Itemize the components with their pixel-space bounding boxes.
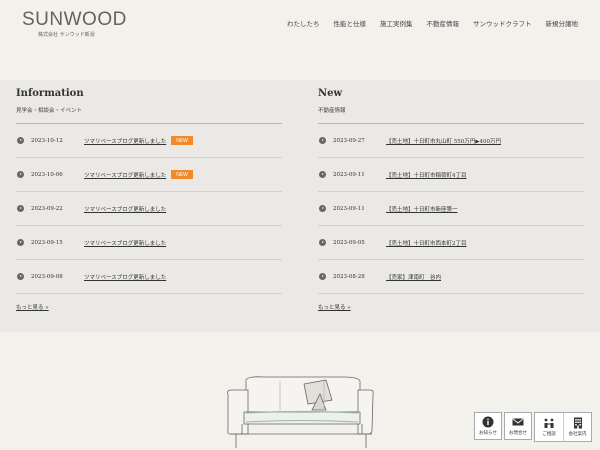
item-link[interactable]: ツマリベースブログ更新しました xyxy=(84,205,166,213)
item-date: 2023-09-22 xyxy=(31,205,63,212)
arrow-icon xyxy=(319,239,326,246)
item-link[interactable]: 【売土地】十日町市稲荷町4丁目 xyxy=(386,171,467,179)
consultation-icon xyxy=(544,418,554,428)
nav-about[interactable]: わたしたち xyxy=(287,18,320,28)
nav-performance[interactable]: 性能と仕様 xyxy=(334,18,367,28)
consult-company-group: ご相談 会社案内 xyxy=(534,412,592,442)
logo-subtitle: 株式会社 サンウッド新潟 xyxy=(38,32,95,38)
info-icon xyxy=(482,416,494,428)
consult-button[interactable]: ご相談 xyxy=(535,413,563,441)
arrow-icon xyxy=(17,239,24,246)
list-item[interactable]: 2023-09-08 ツマリベースブログ更新しました xyxy=(16,260,282,294)
list-item[interactable]: 2023-10-06 ツマリベースブログ更新しました NEW xyxy=(16,158,282,192)
sofa-illustration xyxy=(227,376,374,448)
list-item[interactable]: 2023-09-11 【売土地】十日町市稲荷町4丁目 xyxy=(318,158,584,192)
item-date: 2023-08-28 xyxy=(333,273,365,280)
arrow-icon xyxy=(319,137,326,144)
item-link[interactable]: ツマリベースブログ更新しました xyxy=(84,137,166,145)
item-link[interactable]: ツマリベースブログ更新しました xyxy=(84,273,166,281)
item-date: 2023-10-06 xyxy=(31,171,63,178)
contact-button[interactable]: お問合せ xyxy=(504,412,532,440)
nav-realestate[interactable]: 不動産情報 xyxy=(427,18,460,28)
logo-text: SUNWOOD xyxy=(22,9,127,30)
new-more-link[interactable]: もっと見る » xyxy=(318,303,351,311)
item-link[interactable]: 【売家】津南町 谷内 xyxy=(386,273,441,281)
item-date: 2023-09-05 xyxy=(333,239,365,246)
new-column: New 不動産情報 2023-09-27 【売土地】十日町市丸山町 550万円▶… xyxy=(318,88,584,313)
arrow-icon xyxy=(17,205,24,212)
list-item[interactable]: 2023-10-12 ツマリベースブログ更新しました NEW xyxy=(16,124,282,158)
arrow-icon xyxy=(319,273,326,280)
new-badge: NEW xyxy=(171,170,193,179)
item-link[interactable]: ツマリベースブログ更新しました xyxy=(84,171,166,179)
building-icon xyxy=(573,417,582,429)
list-item[interactable]: 2023-08-28 【売家】津南町 谷内 xyxy=(318,260,584,294)
news-button-label: お知らせ xyxy=(479,431,497,436)
arrow-icon xyxy=(319,171,326,178)
item-date: 2023-09-11 xyxy=(333,205,365,212)
consult-button-label: ご相談 xyxy=(542,432,556,437)
new-title: New xyxy=(318,88,343,99)
item-date: 2023-09-11 xyxy=(333,171,365,178)
information-subtitle: 見学会・相談会・イベント xyxy=(16,106,282,124)
item-date: 2023-09-08 xyxy=(31,273,63,280)
logo[interactable]: SUNWOOD 株式会社 サンウッド新潟 xyxy=(22,9,127,40)
arrow-icon xyxy=(319,205,326,212)
contact-button-label: お問合せ xyxy=(509,431,527,436)
item-link[interactable]: 【売土地】十日町市丸山町 550万円▶400万円 xyxy=(386,137,501,145)
main-nav: わたしたち 性能と仕様 施工実例集 不動産情報 サンウッドクラフト 新規分譲地 xyxy=(287,18,578,28)
new-subtitle: 不動産情報 xyxy=(318,106,584,124)
company-button-label: 会社案内 xyxy=(568,432,587,437)
list-item[interactable]: 2023-09-15 ツマリベースブログ更新しました xyxy=(16,226,282,260)
item-date: 2023-09-15 xyxy=(31,239,63,246)
nav-new-lots[interactable]: 新規分譲地 xyxy=(546,18,579,28)
item-link[interactable]: 【売土地】十日町市新座第一 xyxy=(386,205,458,213)
site-header: SUNWOOD 株式会社 サンウッド新潟 わたしたち 性能と仕様 施工実例集 不… xyxy=(0,0,600,52)
company-button[interactable]: 会社案内 xyxy=(563,413,591,441)
nav-works[interactable]: 施工実例集 xyxy=(380,18,413,28)
item-link[interactable]: 【売土地】十日町市西本町2丁目 xyxy=(386,239,467,247)
list-item[interactable]: 2023-09-05 【売土地】十日町市西本町2丁目 xyxy=(318,226,584,260)
floating-actions: お知らせ お問合せ ご相談 会社案内 xyxy=(474,412,592,442)
list-item[interactable]: 2023-09-11 【売土地】十日町市新座第一 xyxy=(318,192,584,226)
arrow-icon xyxy=(17,273,24,280)
item-date: 2023-09-27 xyxy=(333,137,365,144)
list-item[interactable]: 2023-09-27 【売土地】十日町市丸山町 550万円▶400万円 xyxy=(318,124,584,158)
item-link[interactable]: ツマリベースブログ更新しました xyxy=(84,239,166,247)
news-panel: Information 見学会・相談会・イベント 2023-10-12 ツマリベ… xyxy=(0,80,600,332)
information-column: Information 見学会・相談会・イベント 2023-10-12 ツマリベ… xyxy=(16,88,282,313)
information-title: Information xyxy=(16,88,84,99)
list-item[interactable]: 2023-09-22 ツマリベースブログ更新しました xyxy=(16,192,282,226)
information-more-link[interactable]: もっと見る » xyxy=(16,303,49,311)
nav-craft[interactable]: サンウッドクラフト xyxy=(473,18,532,28)
news-button[interactable]: お知らせ xyxy=(474,412,502,440)
item-date: 2023-10-12 xyxy=(31,137,63,144)
new-badge: NEW xyxy=(171,136,193,145)
arrow-icon xyxy=(17,137,24,144)
mail-icon xyxy=(512,418,524,426)
arrow-icon xyxy=(17,171,24,178)
